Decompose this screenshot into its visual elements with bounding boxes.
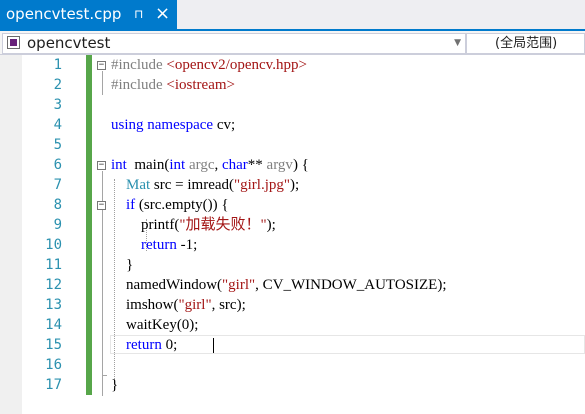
code-line[interactable]: 10 return -1;: [0, 235, 585, 255]
code-text[interactable]: #include <iostream>: [111, 75, 235, 95]
code-text[interactable]: return 0;: [111, 335, 177, 355]
code-text[interactable]: }: [111, 375, 118, 395]
member-scope-label: (全局范围): [495, 36, 558, 51]
project-icon: [7, 36, 20, 49]
code-text[interactable]: return -1;: [111, 235, 197, 255]
code-line[interactable]: 17}: [0, 375, 585, 395]
line-number: 7: [53, 177, 62, 193]
line-number: 10: [45, 237, 62, 253]
line-number: 8: [53, 197, 62, 213]
code-line[interactable]: 1 #include <opencv2/opencv.hpp>: [0, 55, 585, 75]
line-number: 13: [45, 297, 62, 313]
code-line[interactable]: 9 printf("加载失败！");: [0, 215, 585, 235]
line-number: 3: [53, 97, 62, 113]
project-scope-label: opencvtest: [27, 34, 111, 52]
line-number: 9: [53, 217, 62, 233]
project-scope-dropdown[interactable]: opencvtest ▼: [2, 33, 466, 54]
text-caret: [213, 338, 214, 353]
line-number: 14: [45, 317, 62, 333]
code-text[interactable]: printf("加载失败！");: [111, 215, 276, 235]
document-tab[interactable]: opencvtest.cpp ⊓ ×: [0, 0, 177, 29]
code-line[interactable]: 2 #include <iostream>: [0, 75, 585, 95]
code-line[interactable]: 3: [0, 95, 585, 115]
line-number: 5: [53, 137, 62, 153]
code-text[interactable]: imshow("girl", src);: [111, 295, 246, 315]
line-number: 1: [53, 57, 62, 73]
code-line[interactable]: 5: [0, 135, 585, 155]
code-line[interactable]: 14 waitKey(0);: [0, 315, 585, 335]
code-line[interactable]: 16: [0, 355, 585, 375]
code-text[interactable]: waitKey(0);: [111, 315, 198, 335]
line-number: 4: [53, 117, 62, 133]
chevron-down-icon: ▼: [454, 38, 461, 48]
code-line[interactable]: 15 return 0;: [0, 335, 585, 355]
code-line[interactable]: 6 int main(int argc, char** argv) {: [0, 155, 585, 175]
code-line[interactable]: 12 namedWindow("girl", CV_WINDOW_AUTOSIZ…: [0, 275, 585, 295]
code-line[interactable]: 13 imshow("girl", src);: [0, 295, 585, 315]
line-number: 11: [45, 257, 62, 273]
code-text[interactable]: }: [111, 255, 133, 275]
pin-icon[interactable]: ⊓: [134, 6, 143, 22]
code-text[interactable]: using namespace cv;: [111, 115, 235, 135]
line-number: 12: [45, 277, 62, 293]
line-number: 6: [53, 157, 62, 173]
code-text[interactable]: Mat src = imread("girl.jpg");: [111, 175, 299, 195]
line-number: 16: [45, 357, 62, 373]
navigation-bar: opencvtest ▼ (全局范围): [0, 31, 585, 55]
document-tab-strip: opencvtest.cpp ⊓ ×: [0, 0, 585, 29]
close-icon[interactable]: ×: [155, 4, 170, 24]
code-text[interactable]: if (src.empty()) {: [111, 195, 229, 215]
code-text[interactable]: #include <opencv2/opencv.hpp>: [111, 55, 307, 75]
line-number: 15: [45, 337, 62, 353]
line-number: 2: [53, 77, 62, 93]
member-scope-dropdown[interactable]: (全局范围): [466, 33, 585, 54]
code-line[interactable]: 8 if (src.empty()) {: [0, 195, 585, 215]
code-line[interactable]: 7 Mat src = imread("girl.jpg");: [0, 175, 585, 195]
code-text[interactable]: int main(int argc, char** argv) {: [111, 155, 309, 175]
code-line[interactable]: 11 }: [0, 255, 585, 275]
code-editor[interactable]: − − − 1 #include <opencv2/opencv.hpp> 2 #in…: [0, 55, 585, 414]
tab-title: opencvtest.cpp: [6, 5, 122, 23]
line-number: 17: [45, 377, 62, 393]
code-line[interactable]: 4 using namespace cv;: [0, 115, 585, 135]
code-text[interactable]: namedWindow("girl", CV_WINDOW_AUTOSIZE);: [111, 275, 447, 295]
